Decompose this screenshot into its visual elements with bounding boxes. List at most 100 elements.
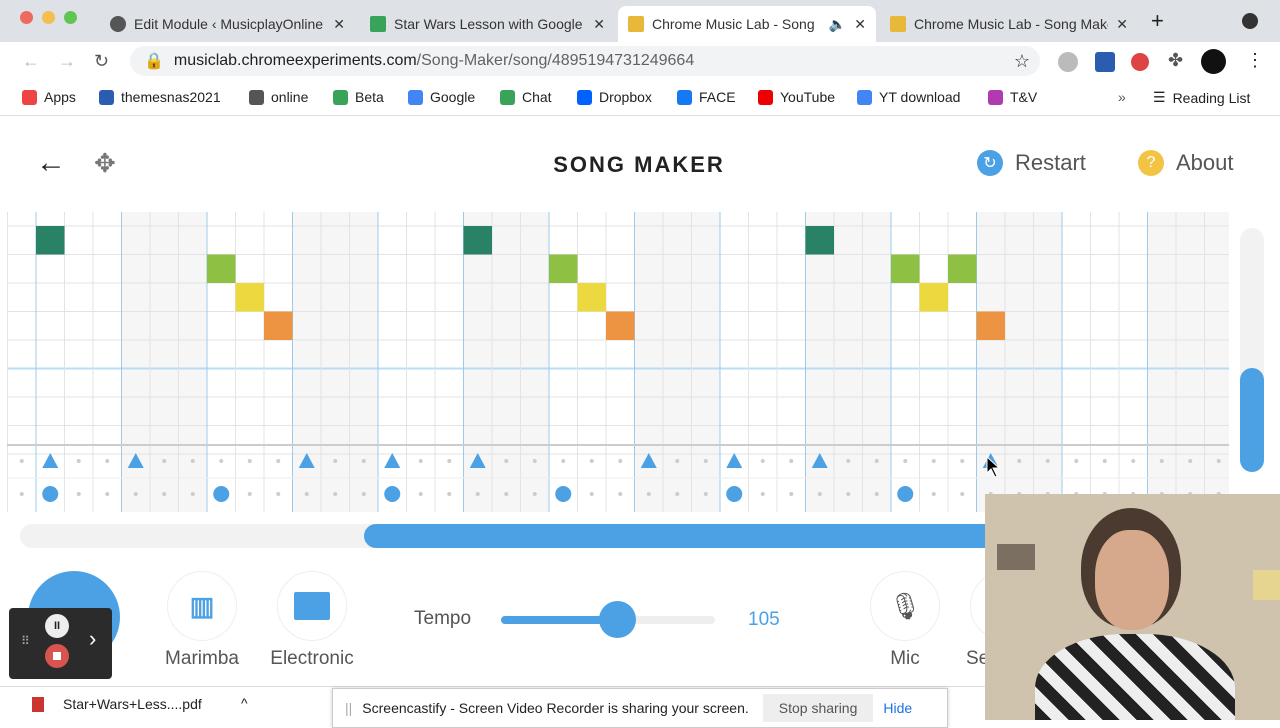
note-cell[interactable]: [264, 311, 293, 341]
close-tab-icon[interactable]: ✕: [333, 16, 345, 33]
empty-beat[interactable]: [589, 459, 594, 463]
tempo-slider-handle[interactable]: [599, 601, 636, 638]
empty-beat[interactable]: [19, 459, 24, 463]
reload-icon[interactable]: ↻: [94, 51, 109, 72]
bookmark-apps[interactable]: Apps: [22, 89, 76, 105]
bar-shade[interactable]: [862, 212, 892, 512]
bookmark-google[interactable]: Google: [408, 89, 475, 105]
tab-search-icon[interactable]: [1242, 13, 1258, 29]
pause-recording-button[interactable]: II: [45, 614, 69, 638]
empty-beat[interactable]: [190, 492, 195, 496]
empty-beat[interactable]: [105, 492, 110, 496]
extension-icon[interactable]: [1095, 52, 1115, 72]
bookmark-dropbox[interactable]: Dropbox: [577, 89, 652, 105]
speaker-icon[interactable]: 🔈: [829, 16, 846, 33]
tab-chrome-music-lab[interactable]: Chrome Music Lab - Song Maker ✕: [880, 6, 1138, 42]
bookmark-chat[interactable]: Chat: [500, 89, 552, 105]
drag-handle-icon[interactable]: ⠿: [21, 634, 30, 648]
bar-shade[interactable]: [178, 212, 208, 512]
empty-beat[interactable]: [447, 492, 452, 496]
bookmark-yt-download[interactable]: YT download: [857, 89, 960, 105]
empty-beat[interactable]: [105, 459, 110, 463]
empty-beat[interactable]: [162, 492, 167, 496]
chevron-up-icon[interactable]: ^: [241, 695, 248, 711]
empty-beat[interactable]: [162, 459, 167, 463]
bar-shade[interactable]: [834, 212, 863, 512]
horizontal-scrollbar[interactable]: [20, 524, 1024, 548]
empty-beat[interactable]: [589, 492, 594, 496]
bookmark-beta[interactable]: Beta: [333, 89, 384, 105]
empty-beat[interactable]: [618, 492, 623, 496]
address-bar[interactable]: 🔒 musiclab.chromeexperiments.com/Song-Mak…: [130, 46, 1040, 76]
circle-beat[interactable]: [897, 486, 914, 502]
bar-shade[interactable]: [150, 212, 179, 512]
note-cell[interactable]: [207, 254, 236, 284]
circle-beat[interactable]: [42, 486, 59, 502]
bookmark-t-v[interactable]: T&V: [988, 89, 1037, 105]
empty-beat[interactable]: [760, 492, 765, 496]
hide-button[interactable]: Hide: [883, 700, 912, 716]
tab-edit-module[interactable]: Edit Module ‹ MusicplayOnline ✕: [100, 6, 355, 42]
empty-beat[interactable]: [1102, 459, 1107, 463]
bar-shade[interactable]: [492, 212, 521, 512]
triangle-beat[interactable]: [42, 453, 59, 468]
empty-beat[interactable]: [361, 459, 366, 463]
vertical-scrollbar[interactable]: [1240, 228, 1264, 472]
empty-beat[interactable]: [532, 459, 537, 463]
empty-beat[interactable]: [561, 459, 566, 463]
note-cell[interactable]: [606, 311, 635, 341]
bar-shade[interactable]: [1204, 212, 1230, 512]
bar-shade[interactable]: [1147, 212, 1177, 512]
empty-beat[interactable]: [333, 459, 338, 463]
empty-beat[interactable]: [447, 459, 452, 463]
empty-beat[interactable]: [190, 459, 195, 463]
avatar[interactable]: [1201, 49, 1226, 74]
circle-beat[interactable]: [726, 486, 743, 502]
reading-list-button[interactable]: ☰ Reading List: [1153, 89, 1250, 106]
bar-shade[interactable]: [321, 212, 350, 512]
empty-beat[interactable]: [846, 492, 851, 496]
empty-beat[interactable]: [618, 459, 623, 463]
mic-button[interactable]: 🎙: [870, 571, 940, 641]
note-cell[interactable]: [549, 254, 578, 284]
puzzle-icon[interactable]: ✤: [1168, 50, 1183, 71]
empty-beat[interactable]: [703, 492, 708, 496]
empty-beat[interactable]: [817, 492, 822, 496]
empty-beat[interactable]: [846, 459, 851, 463]
bar-shade[interactable]: [349, 212, 379, 512]
note-cell[interactable]: [976, 311, 1006, 341]
circle-beat[interactable]: [555, 486, 572, 502]
empty-beat[interactable]: [960, 492, 965, 496]
triangle-beat[interactable]: [726, 453, 743, 468]
extension-icon[interactable]: [1058, 52, 1078, 72]
minimize-window-button[interactable]: [42, 11, 55, 24]
maximize-window-button[interactable]: [64, 11, 77, 24]
empty-beat[interactable]: [903, 459, 908, 463]
stop-sharing-button[interactable]: Stop sharing: [762, 694, 874, 722]
note-cell[interactable]: [36, 226, 65, 255]
close-tab-icon[interactable]: ✕: [1116, 16, 1128, 33]
close-window-button[interactable]: [20, 11, 33, 24]
empty-beat[interactable]: [133, 492, 138, 496]
empty-beat[interactable]: [418, 459, 423, 463]
back-icon[interactable]: ←: [22, 51, 40, 72]
note-cell[interactable]: [235, 283, 265, 312]
empty-beat[interactable]: [276, 459, 281, 463]
close-tab-icon[interactable]: ✕: [593, 16, 605, 33]
forward-icon[interactable]: →: [58, 51, 76, 72]
empty-beat[interactable]: [504, 492, 509, 496]
empty-beat[interactable]: [475, 492, 480, 496]
tab-chrome-music-lab-active[interactable]: Chrome Music Lab - Song 🔈 ✕: [618, 6, 876, 42]
circle-beat[interactable]: [213, 486, 230, 502]
empty-beat[interactable]: [1159, 459, 1164, 463]
screencastify-icon[interactable]: [1131, 53, 1149, 71]
empty-beat[interactable]: [361, 492, 366, 496]
empty-beat[interactable]: [675, 459, 680, 463]
empty-beat[interactable]: [1131, 459, 1136, 463]
empty-beat[interactable]: [219, 459, 224, 463]
empty-beat[interactable]: [874, 459, 879, 463]
empty-beat[interactable]: [247, 492, 252, 496]
restart-button[interactable]: ↻ Restart: [977, 150, 1086, 176]
bar-shade[interactable]: [1033, 212, 1063, 512]
note-grid[interactable]: [7, 212, 1229, 512]
